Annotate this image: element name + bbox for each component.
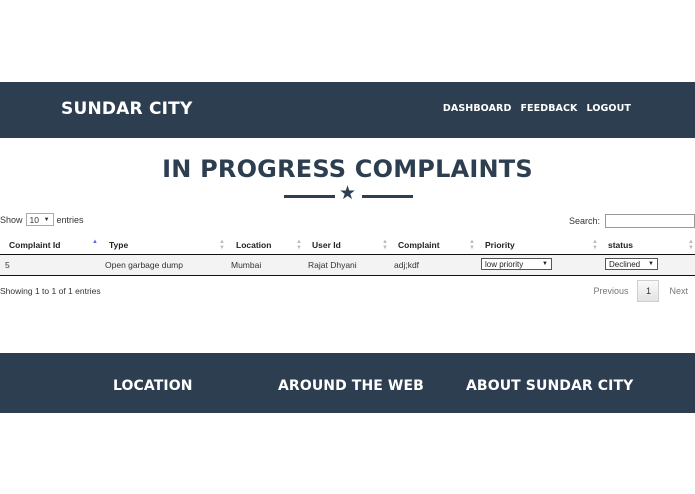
star-icon: ★: [339, 183, 357, 204]
divider-line-left: [284, 195, 335, 198]
sort-both-icon: ▲ ▼: [469, 239, 475, 251]
brand-logo[interactable]: SUNDAR CITY: [61, 99, 192, 119]
footer-heading-about: ABOUT SUNDAR CITY: [466, 378, 634, 394]
column-header-status[interactable]: status ▲ ▼: [600, 234, 695, 255]
type-value: Open garbage dump: [105, 260, 183, 270]
previous-button[interactable]: Previous: [593, 286, 628, 296]
next-button[interactable]: Next: [669, 286, 688, 296]
pagination: Previous 1 Next: [593, 280, 688, 302]
page-button-current[interactable]: 1: [637, 280, 660, 302]
cell-priority: low priority ▼: [477, 254, 600, 276]
table-row: 5 Open garbage dump Mumbai Rajat Dhyani …: [0, 254, 695, 276]
column-header-label: Complaint: [398, 240, 440, 250]
table-header-row: Complaint Id ▲ Type ▲ ▼ Location ▲ ▼ User …: [0, 234, 695, 255]
divider-line-right: [362, 195, 413, 198]
sort-both-icon: ▲ ▼: [382, 239, 388, 251]
caret-down-icon: ▼: [648, 261, 654, 267]
search-control: Search:: [569, 214, 695, 228]
page-title: IN PROGRESS COMPLAINTS: [162, 155, 533, 183]
column-header-label: User Id: [312, 240, 341, 250]
column-header-user-id[interactable]: User Id ▲ ▼: [304, 234, 390, 255]
column-header-priority[interactable]: Priority ▲ ▼: [477, 234, 600, 255]
complaint-id-value: 5: [5, 260, 10, 270]
location-value: Mumbai: [231, 260, 262, 270]
cell-complaint: adj;kdf: [390, 254, 477, 276]
caret-down-icon: ▼: [542, 261, 548, 267]
search-input[interactable]: [605, 214, 695, 228]
navbar: SUNDAR CITY DASHBOARD FEEDBACK LOGOUT: [0, 82, 695, 138]
nav-links: DASHBOARD FEEDBACK LOGOUT: [443, 103, 631, 114]
footer-heading-location: LOCATION: [113, 378, 193, 394]
status-select[interactable]: Declined ▼: [605, 258, 658, 270]
page: SUNDAR CITY DASHBOARD FEEDBACK LOGOUT IN…: [0, 0, 695, 494]
cell-complaint-id: 5: [0, 254, 100, 276]
column-header-type[interactable]: Type ▲ ▼: [100, 234, 227, 255]
page-length-control: Show 10 ▼ entries: [0, 213, 84, 226]
show-label: Show: [0, 214, 23, 225]
page-length-select[interactable]: 10 ▼: [25, 213, 54, 226]
priority-select[interactable]: low priority ▼: [481, 258, 552, 270]
column-header-label: status: [608, 240, 634, 250]
column-header-label: Location: [236, 240, 272, 250]
nav-link-feedback[interactable]: FEEDBACK: [520, 103, 577, 114]
complaints-table: Complaint Id ▲ Type ▲ ▼ Location ▲ ▼ User …: [0, 234, 695, 276]
entries-label: entries: [56, 214, 84, 225]
column-header-complaint-id[interactable]: Complaint Id ▲: [0, 234, 100, 255]
cell-user-id: Rajat Dhyani: [304, 254, 390, 276]
page-length-value: 10: [29, 214, 39, 225]
column-header-label: Type: [109, 240, 129, 250]
sort-both-icon: ▲ ▼: [219, 239, 225, 251]
user-id-value: Rajat Dhyani: [308, 260, 357, 270]
cell-type: Open garbage dump: [100, 254, 227, 276]
status-value: Declined: [609, 259, 641, 269]
cell-location: Mumbai: [227, 254, 304, 276]
sort-both-icon: ▲ ▼: [296, 239, 302, 251]
search-label: Search:: [568, 216, 600, 226]
complaint-value: adj;kdf: [394, 260, 420, 270]
column-header-label: Priority: [485, 240, 515, 250]
column-header-location[interactable]: Location ▲ ▼: [227, 234, 304, 255]
caret-down-icon: ▼: [43, 216, 50, 223]
column-header-complaint[interactable]: Complaint ▲ ▼: [390, 234, 477, 255]
sort-both-icon: ▲ ▼: [688, 239, 694, 251]
cell-status: Declined ▼: [600, 254, 695, 276]
footer-heading-around-the-web: AROUND THE WEB: [278, 378, 424, 394]
priority-value: low priority: [485, 259, 524, 269]
nav-link-logout[interactable]: LOGOUT: [587, 103, 631, 114]
sort-both-icon: ▲ ▼: [592, 239, 598, 251]
table-info: Showing 1 to 1 of 1 entries: [0, 286, 101, 296]
footer: LOCATION AROUND THE WEB ABOUT SUNDAR CIT…: [0, 353, 695, 413]
star-divider: ★: [284, 183, 413, 205]
sort-asc-icon: ▲: [92, 239, 98, 245]
nav-link-dashboard[interactable]: DASHBOARD: [443, 103, 512, 114]
column-header-label: Complaint Id: [9, 240, 61, 250]
